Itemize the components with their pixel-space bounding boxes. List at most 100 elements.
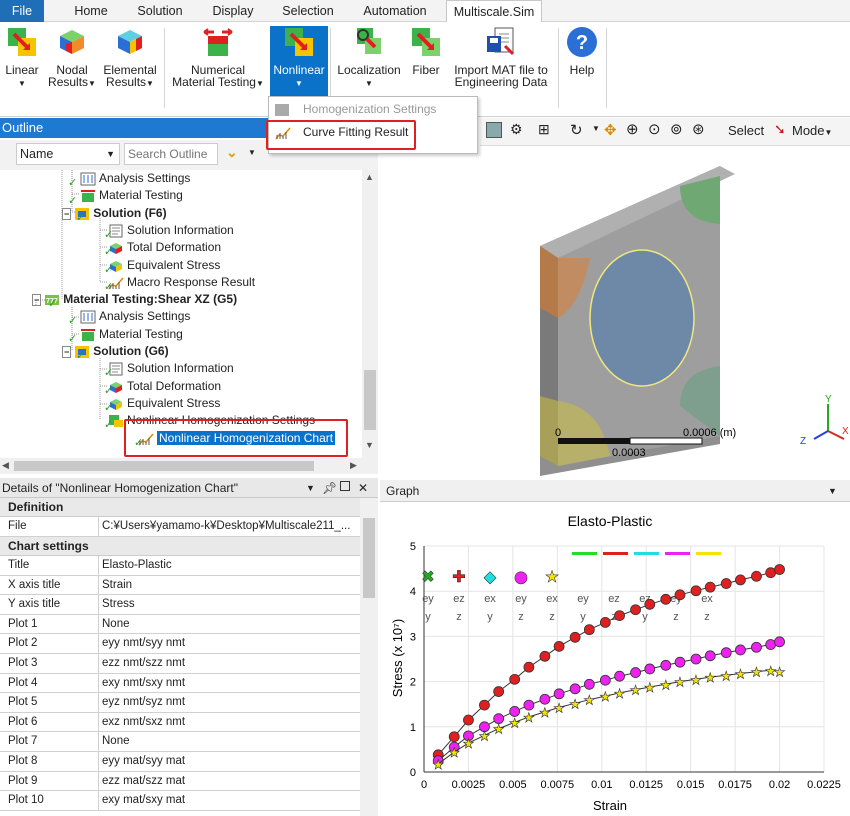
tab-home[interactable]: Home <box>66 0 116 22</box>
menu-item-homogenization-settings[interactable]: Homogenization Settings <box>275 99 436 119</box>
linear-button[interactable]: Linear ▼ <box>2 26 42 98</box>
details-row[interactable]: Plot 6 exz nmt/sxz nmt <box>0 712 360 733</box>
tab-file[interactable]: File <box>0 0 44 22</box>
details-row-value: exz nmt/sxz nmt <box>102 715 186 728</box>
details-row[interactable]: Y axis title Stress <box>0 595 360 615</box>
elemental-results-button[interactable]: Elemental Results▼ <box>100 26 160 98</box>
tree-item-solution-information[interactable]: Solution Information <box>108 222 234 239</box>
panel-menu-icon[interactable]: ▼ <box>828 480 837 502</box>
zoom-box-icon[interactable]: ⊙ <box>648 120 661 138</box>
data-point <box>569 631 581 643</box>
tree-item-analysis-settings[interactable]: Analysis Settings <box>80 170 190 187</box>
tab-multiscale-sim[interactable]: Multiscale.Sim <box>446 0 542 23</box>
details-row[interactable]: Plot 1 None <box>0 614 360 635</box>
nodal-results-button[interactable]: Nodal Results▼ <box>46 26 98 98</box>
tree-item-total-deformation[interactable]: Total Deformation <box>108 239 221 256</box>
series-line <box>437 669 780 765</box>
fiber-button[interactable]: Fiber <box>406 26 446 98</box>
scroll-left-icon[interactable]: ◀ <box>2 460 9 471</box>
details-row[interactable]: Plot 4 exy nmt/sxy nmt <box>0 673 360 694</box>
tree-item-solution-information[interactable]: Solution Information <box>108 360 234 377</box>
chevron-down-icon[interactable]: ▼ <box>592 124 600 133</box>
zoom-fit-icon[interactable]: ⊚ <box>670 120 683 138</box>
settings-icon[interactable]: ⚙ <box>510 121 523 138</box>
tree-item-material-testing[interactable]: Material Testing <box>80 326 183 343</box>
tab-automation[interactable]: Automation <box>355 0 435 22</box>
data-point <box>774 564 785 575</box>
name-filter-select[interactable]: Name ▼ <box>16 143 120 165</box>
help-icon: ? <box>567 27 597 57</box>
details-row-key: X axis title <box>8 578 61 591</box>
panel-menu-icon[interactable]: ▼ <box>306 478 315 498</box>
details-row[interactable]: Plot 7 None <box>0 732 360 752</box>
outline-vertical-scrollbar[interactable]: ▲ ▼ <box>362 170 378 458</box>
details-row-file[interactable]: File C:¥Users¥yamamo-k¥Desktop¥Multiscale… <box>0 517 360 537</box>
tree-item-equivalent-stress[interactable]: Equivalent Stress <box>108 395 220 412</box>
nonlinear-button[interactable]: Nonlinear ▼ <box>270 26 328 98</box>
scroll-up-icon[interactable]: ▲ <box>365 172 374 182</box>
data-point <box>614 610 625 622</box>
outline-horizontal-scrollbar[interactable]: ◀ ▶ <box>0 458 378 474</box>
scrollbar-thumb[interactable] <box>364 370 376 430</box>
tree-item-analysis-settings[interactable]: Analysis Settings <box>80 308 190 325</box>
legend-label: ey <box>577 593 589 605</box>
details-row[interactable]: X axis title Strain <box>0 575 360 596</box>
data-point <box>751 641 762 653</box>
scrollbar-thumb[interactable] <box>363 518 375 598</box>
data-point: ★ <box>735 667 747 682</box>
tree-item-macro-response-result[interactable]: Macro Response Result <box>108 274 255 291</box>
details-row[interactable]: Plot 10 exy mat/sxy mat <box>0 791 360 811</box>
tree-item-equivalent-stress[interactable]: Equivalent Stress <box>108 257 220 274</box>
maximize-icon[interactable] <box>340 481 350 491</box>
rotate-icon[interactable]: ↻ <box>570 121 583 139</box>
pan-icon[interactable]: ✥ <box>604 121 617 139</box>
mode-dropdown[interactable]: Mode▼ <box>792 123 832 138</box>
pin-icon[interactable]: 📌︎ <box>322 478 337 498</box>
data-point: ★ <box>751 666 763 681</box>
help-button[interactable]: ? Help <box>562 26 602 98</box>
check-icon: ✓ <box>104 264 114 276</box>
tree-item-material-testing-shear-xz[interactable]: −777 Material Testing:Shear XZ (G5) <box>32 291 237 308</box>
details-row[interactable]: Plot 5 eyz nmt/syz nmt <box>0 693 360 713</box>
tab-display[interactable]: Display <box>205 0 261 22</box>
model-viewport[interactable]: 0 0.0006 (m) 0.0003 Y X Z <box>380 146 850 476</box>
zoom-icon[interactable]: ⊕ <box>626 120 639 138</box>
legend-label: ey <box>515 593 527 605</box>
close-icon[interactable]: ✕ <box>358 478 368 498</box>
import-mat-button[interactable]: Import MAT file to Engineering Data <box>448 26 554 98</box>
legend-label: y <box>642 611 648 623</box>
select-label[interactable]: Select <box>728 123 764 138</box>
data-point: ★ <box>600 690 612 705</box>
svg-text:Y: Y <box>825 394 832 405</box>
details-scrollbar[interactable] <box>360 498 378 816</box>
scrollbar-thumb[interactable] <box>14 461 314 471</box>
data-point: ★ <box>463 737 475 752</box>
view-icon[interactable]: ⊞ <box>538 121 550 138</box>
details-row[interactable]: Plot 3 ezz nmt/szz nmt <box>0 654 360 674</box>
details-row[interactable]: Title Elasto-Plastic <box>0 556 360 576</box>
data-point <box>479 699 490 711</box>
expand-collapse-icon[interactable]: ⌄ <box>226 144 238 161</box>
tree-item-total-deformation[interactable]: Total Deformation <box>108 378 221 395</box>
numerical-material-testing-button[interactable]: Numerical Material Testing▼ <box>168 26 268 98</box>
localization-label: Localization <box>337 63 401 77</box>
details-row-key: Title <box>8 559 30 571</box>
scroll-right-icon[interactable]: ▶ <box>350 460 357 471</box>
details-section-chart-settings: Chart settings <box>0 537 360 556</box>
select-box-icon[interactable] <box>486 122 502 138</box>
chevron-down-icon[interactable]: ▼ <box>248 148 256 157</box>
zoom-to-fit-icon[interactable]: ⊛ <box>692 120 705 138</box>
y-tick-label: 1 <box>410 722 416 734</box>
localization-button[interactable]: Localization ▼ <box>334 26 404 98</box>
tab-selection[interactable]: Selection <box>276 0 340 22</box>
details-row[interactable]: Plot 2 eyy nmt/syy nmt <box>0 634 360 654</box>
tab-solution[interactable]: Solution <box>130 0 190 22</box>
details-row[interactable]: Plot 9 ezz mat/szz mat <box>0 771 360 792</box>
details-row[interactable]: Plot 8 eyy mat/syy mat <box>0 752 360 772</box>
x-tick-label: 0.0225 <box>807 779 841 791</box>
search-outline-input[interactable] <box>124 143 218 165</box>
svg-text:?: ? <box>576 32 588 54</box>
data-point: ★ <box>644 681 656 696</box>
tree-item-material-testing[interactable]: Material Testing <box>80 187 183 204</box>
scroll-down-icon[interactable]: ▼ <box>365 440 374 450</box>
